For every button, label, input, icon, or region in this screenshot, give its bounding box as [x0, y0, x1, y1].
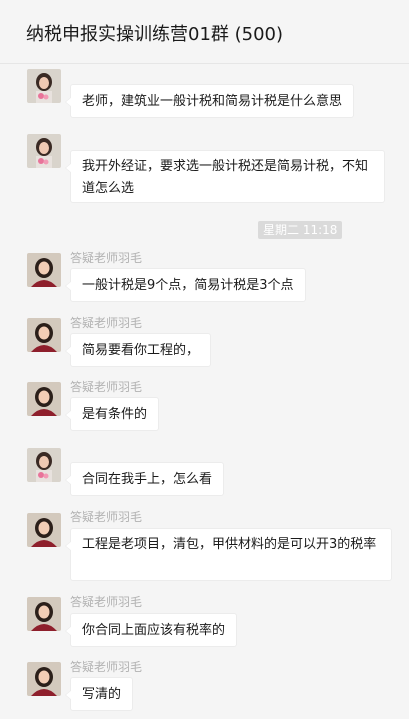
chat-title: 纳税申报实操训练营01群 (500) — [26, 24, 284, 45]
chat-header: 纳税申报实操训练营01群 (500) — [0, 0, 409, 64]
avatar[interactable] — [27, 253, 61, 287]
sender-name: 答疑老师羽毛 — [70, 660, 143, 674]
message-bubble[interactable]: 老师，建筑业一般计税和简易计税是什么意思 — [64, 84, 355, 118]
avatar[interactable] — [27, 597, 61, 631]
student-avatar-icon — [27, 134, 61, 168]
teacher-avatar-icon — [27, 513, 61, 547]
sender-name: 答疑老师羽毛 — [70, 380, 143, 394]
message-text: 你合同上面应该有税率的 — [82, 623, 226, 638]
avatar[interactable] — [27, 318, 61, 352]
message-bubble[interactable]: 我开外经证，要求选一般计税还是简易计税，不知道怎么选 — [65, 150, 385, 203]
message-text: 一般计税是9个点，简易计税是3个点 — [82, 278, 294, 293]
timestamp: 星期二 11:18 — [258, 221, 343, 239]
avatar[interactable] — [27, 69, 61, 103]
teacher-avatar-icon — [27, 253, 61, 287]
message-text: 简易要看你工程的， — [82, 343, 200, 358]
teacher-avatar-icon — [27, 597, 61, 631]
sender-name: 答疑老师羽毛 — [70, 510, 143, 524]
message-text: 是有条件的 — [82, 407, 148, 422]
message-text: 老师，建筑业一般计税和简易计税是什么意思 — [82, 94, 343, 109]
message-bubble[interactable]: 工程是老项目，清包，甲供材料的是可以开3的税率 — [65, 528, 392, 581]
student-avatar-icon — [27, 69, 61, 103]
sender-name: 答疑老师羽毛 — [70, 316, 143, 330]
message-bubble[interactable]: 一般计税是9个点，简易计税是3个点 — [65, 268, 306, 302]
student-avatar-icon — [27, 448, 61, 482]
message-bubble[interactable]: 合同在我手上，怎么看 — [64, 462, 225, 496]
message-bubble[interactable]: 写清的 — [64, 677, 134, 711]
message-bubble[interactable]: 简易要看你工程的， — [64, 333, 212, 367]
avatar[interactable] — [27, 662, 61, 696]
message-text: 我开外经证，要求选一般计税还是简易计税，不知道怎么选 — [82, 159, 369, 196]
teacher-avatar-icon — [27, 382, 61, 416]
message-bubble[interactable]: 你合同上面应该有税率的 — [64, 613, 238, 647]
teacher-avatar-icon — [27, 662, 61, 696]
avatar[interactable] — [27, 448, 61, 482]
sender-name: 答疑老师羽毛 — [70, 251, 143, 265]
sender-name: 答疑老师羽毛 — [70, 595, 143, 609]
teacher-avatar-icon — [27, 318, 61, 352]
message-text: 写清的 — [82, 687, 122, 702]
message-text: 合同在我手上，怎么看 — [82, 472, 213, 487]
message-text: 工程是老项目，清包，甲供材料的是可以开3的税率 — [82, 537, 377, 552]
avatar[interactable] — [27, 513, 61, 547]
message-bubble[interactable]: 是有条件的 — [64, 397, 160, 431]
avatar[interactable] — [27, 134, 61, 168]
avatar[interactable] — [27, 382, 61, 416]
